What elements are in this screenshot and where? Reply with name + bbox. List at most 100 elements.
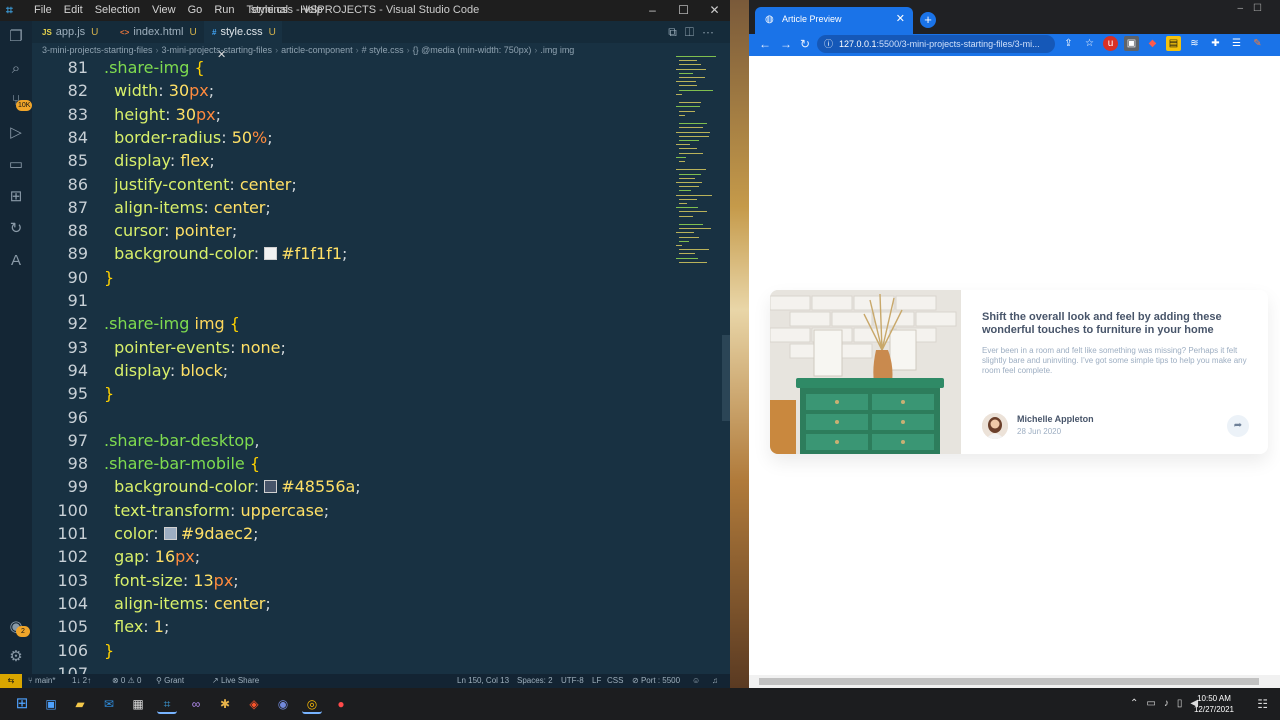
recorder-icon[interactable]: ● bbox=[331, 694, 351, 714]
compare-icon[interactable]: ⧉ bbox=[668, 25, 685, 39]
minimize-button[interactable]: – bbox=[637, 0, 668, 21]
windows-start-icon[interactable]: ⊞ bbox=[12, 694, 32, 714]
code-line[interactable]: 105 flex: 1; bbox=[32, 615, 672, 638]
live-share-icon[interactable]: ↻ bbox=[6, 219, 26, 239]
explorer-icon[interactable]: ❐ bbox=[6, 27, 26, 47]
git-extension-icon[interactable]: ◆ bbox=[1145, 36, 1160, 51]
menu-view[interactable]: View bbox=[146, 0, 182, 21]
menu-go[interactable]: Go bbox=[182, 0, 209, 21]
share-button[interactable]: ➦ bbox=[1227, 415, 1249, 437]
share-page-icon[interactable]: ⇪ bbox=[1061, 36, 1076, 51]
code-line[interactable]: 99 background-color: #48556a; bbox=[32, 475, 672, 498]
task-view-icon[interactable]: ▣ bbox=[41, 694, 61, 714]
color-swatch[interactable] bbox=[264, 480, 278, 494]
notes-extension-icon[interactable]: ▤ bbox=[1166, 36, 1181, 51]
code-line[interactable]: 107 bbox=[32, 662, 672, 674]
chrome-taskbar-icon[interactable]: ◎ bbox=[302, 694, 322, 714]
code-line[interactable]: 97 .share-bar-desktop, bbox=[32, 429, 672, 452]
color-swatch[interactable] bbox=[264, 247, 278, 261]
code-line[interactable]: 103 font-size: 13px; bbox=[32, 569, 672, 592]
settings-gear-icon[interactable]: ⚙ bbox=[6, 647, 26, 667]
reading-list-icon[interactable]: ☰ bbox=[1229, 36, 1244, 51]
site-info-icon[interactable]: ⓘ bbox=[824, 35, 833, 53]
code-line[interactable]: 83 height: 30px; bbox=[32, 103, 672, 126]
tab-style-css[interactable]: # style.css U ✕ bbox=[204, 21, 282, 61]
tab-app-js[interactable]: JS app.js U bbox=[42, 21, 112, 43]
menu-edit[interactable]: Edit bbox=[58, 0, 89, 21]
extension-icon[interactable]: ▣ bbox=[1124, 36, 1139, 51]
address-bar[interactable]: ⓘ 127.0.0.1:5500/3-mini-projects-startin… bbox=[817, 35, 1055, 53]
code-line[interactable]: 96 bbox=[32, 406, 672, 429]
chevron-up-icon[interactable]: ⌃ bbox=[1130, 698, 1146, 709]
maximize-button[interactable]: ☐ bbox=[668, 0, 699, 21]
brave-icon[interactable]: ◈ bbox=[244, 694, 264, 714]
menu-terminal[interactable]: Terminal bbox=[241, 0, 295, 21]
code-editor[interactable]: 81 .share-img {82 width: 30px; 83 height: … bbox=[32, 56, 672, 674]
color-swatch[interactable] bbox=[163, 527, 177, 540]
accounts-icon[interactable]: ◉ 2 bbox=[6, 617, 30, 637]
close-tab-icon[interactable]: ✕ bbox=[896, 7, 905, 32]
code-line[interactable]: 90} bbox=[32, 266, 672, 289]
breadcrumb-item[interactable]: 3-mini-projects-starting-files bbox=[42, 45, 153, 55]
profile-extension-icon[interactable]: ✎ bbox=[1250, 36, 1265, 51]
browser-tab-article-preview[interactable]: ◍ Article Preview ✕ bbox=[755, 7, 913, 34]
breadcrumb-item[interactable]: 3-mini-projects-starting-files bbox=[162, 45, 273, 55]
microphone-icon[interactable]: ♪ bbox=[1164, 698, 1177, 709]
browser-minimize-button[interactable]: – bbox=[1237, 3, 1253, 14]
breadcrumb-item[interactable]: # style.css bbox=[362, 45, 404, 55]
breadcrumb-item[interactable]: .img img bbox=[540, 45, 574, 55]
problems-status[interactable]: ⊗ 0 ⚠ 0 bbox=[112, 674, 141, 688]
encoding[interactable]: UTF-8 bbox=[561, 674, 584, 688]
back-arrow-icon[interactable]: ← bbox=[759, 34, 771, 54]
browser-horizontal-scrollbar[interactable] bbox=[749, 675, 1280, 688]
bookmark-star-icon[interactable]: ☆ bbox=[1082, 36, 1097, 51]
run-debug-icon[interactable]: ▷ bbox=[6, 123, 26, 143]
code-line[interactable]: 92 .share-img img { bbox=[32, 312, 672, 335]
menu-file[interactable]: File bbox=[28, 0, 58, 21]
code-line[interactable]: 84 border-radius: 50%; bbox=[32, 126, 672, 149]
file-explorer-icon[interactable]: ▰ bbox=[70, 694, 90, 714]
code-line[interactable]: 85 display: flex; bbox=[32, 149, 672, 172]
menu-selection[interactable]: Selection bbox=[89, 0, 146, 21]
code-line[interactable]: 106} bbox=[32, 639, 672, 662]
search-icon[interactable]: ⌕ bbox=[6, 59, 26, 79]
language-mode[interactable]: CSS bbox=[607, 674, 623, 688]
code-line[interactable]: 82 width: 30px; bbox=[32, 79, 672, 102]
feedback-icon[interactable]: ☺ bbox=[692, 674, 700, 688]
menu-help[interactable]: Help bbox=[294, 0, 329, 21]
code-line[interactable]: 91 bbox=[32, 289, 672, 312]
menu-run[interactable]: Run bbox=[208, 0, 240, 21]
split-editor-icon[interactable]: ◫ bbox=[685, 25, 702, 39]
code-line[interactable]: 101 color: #9daec2; bbox=[32, 522, 672, 545]
sync-status[interactable]: 1↓ 2↑ bbox=[72, 674, 91, 688]
close-button[interactable]: ✕ bbox=[699, 0, 730, 21]
branch-status[interactable]: ⑂ main* bbox=[28, 674, 55, 688]
code-line[interactable]: 102 gap: 16px; bbox=[32, 545, 672, 568]
code-line[interactable]: 87 align-items: center; bbox=[32, 196, 672, 219]
source-control-icon[interactable]: ⑂ 10K bbox=[6, 91, 33, 111]
minimap[interactable] bbox=[676, 56, 722, 276]
mail-icon[interactable]: ✉ bbox=[99, 694, 119, 714]
new-tab-button[interactable]: + bbox=[920, 12, 936, 28]
remote-icon[interactable]: ⇆ bbox=[0, 674, 22, 688]
remote-explorer-icon[interactable]: ▭ bbox=[6, 155, 26, 175]
indentation[interactable]: Spaces: 2 bbox=[517, 674, 553, 688]
store-icon[interactable]: ▦ bbox=[128, 694, 148, 714]
code-line[interactable]: 88 cursor: pointer; bbox=[32, 219, 672, 242]
ublock-extension-icon[interactable]: u bbox=[1103, 36, 1118, 51]
code-line[interactable]: 94 display: block; bbox=[32, 359, 672, 382]
notifications-bell-icon[interactable]: ♫ bbox=[712, 674, 718, 688]
code-line[interactable]: 93 pointer-events: none; bbox=[32, 336, 672, 359]
code-line[interactable]: 104 align-items: center; bbox=[32, 592, 672, 615]
keyboard-icon[interactable]: ▭ bbox=[1146, 698, 1163, 709]
code-line[interactable]: 100 text-transform: uppercase; bbox=[32, 499, 672, 522]
extensions-icon[interactable]: ⊞ bbox=[6, 187, 26, 207]
discord-icon[interactable]: ◉ bbox=[273, 694, 293, 714]
browser-maximize-button[interactable]: ☐ bbox=[1253, 3, 1272, 14]
reload-icon[interactable]: ↻ bbox=[800, 34, 810, 54]
editor-scrollbar[interactable] bbox=[722, 335, 730, 421]
notification-center-icon[interactable]: ☷ bbox=[1257, 697, 1268, 711]
scrollbar-thumb[interactable] bbox=[759, 678, 1259, 685]
visual-studio-icon[interactable]: ∞ bbox=[186, 694, 206, 714]
line-ending[interactable]: LF bbox=[592, 674, 601, 688]
